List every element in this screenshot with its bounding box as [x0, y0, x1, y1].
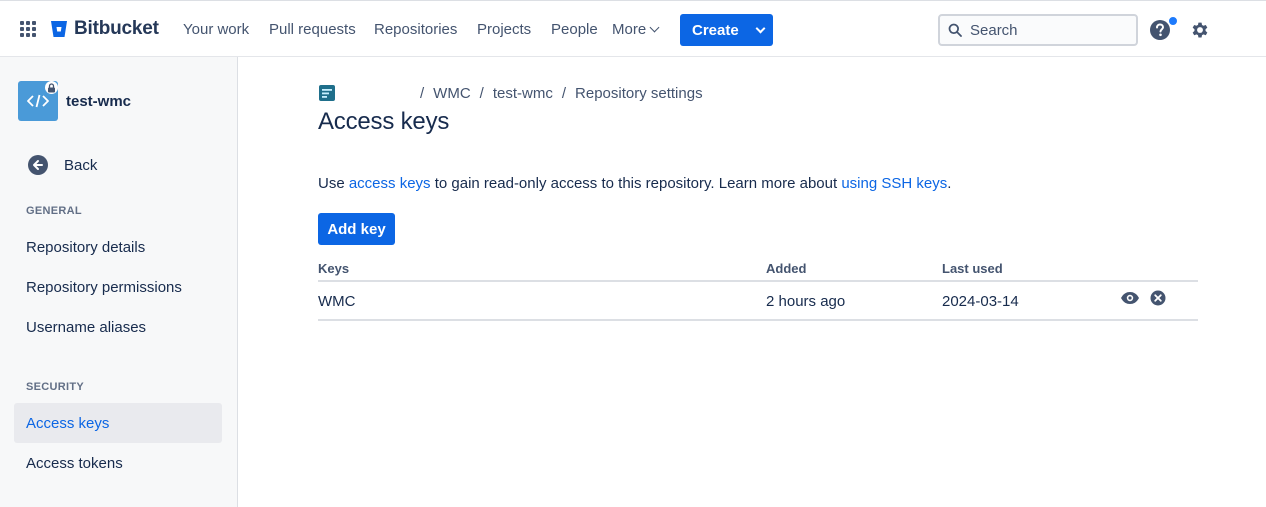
nav-more[interactable]: More: [612, 21, 660, 38]
breadcrumb: / WMC / test-wmc / Repository settings: [318, 84, 703, 102]
key-label: WMC: [318, 293, 356, 310]
sidebar-item-repository-permissions[interactable]: Repository permissions: [14, 267, 222, 307]
key-added: 2 hours ago: [766, 293, 846, 310]
breadcrumb-separator: /: [420, 84, 425, 102]
section-label-security: SECURITY: [26, 381, 85, 393]
nav-more-label: More: [612, 21, 647, 38]
breadcrumb-repository[interactable]: test-wmc: [493, 85, 553, 102]
sidebar-item-username-aliases[interactable]: Username aliases: [14, 307, 222, 347]
breadcrumb-separator: /: [561, 84, 567, 102]
code-icon: [27, 94, 49, 108]
sidebar-item-access-keys[interactable]: Access keys: [14, 403, 222, 443]
sidebar: test-wmc Back GENERAL Repository details…: [0, 57, 238, 507]
table-row-divider: [318, 319, 1198, 321]
bitbucket-logo[interactable]: Bitbucket: [50, 18, 159, 40]
table-header-divider: [318, 280, 1198, 282]
chevron-down-icon: [649, 22, 660, 33]
page-description: Use access keys to gain read-only access…: [318, 175, 951, 192]
description-prefix: Use: [318, 175, 349, 192]
ssh-keys-link[interactable]: using SSH keys: [841, 175, 947, 192]
access-keys-link[interactable]: access keys: [349, 175, 431, 192]
breadcrumb-separator: /: [479, 84, 484, 102]
page-title: Access keys: [318, 108, 450, 135]
bitbucket-icon: [51, 21, 67, 37]
description-suffix: .: [947, 175, 952, 192]
sidebar-item-repository-details[interactable]: Repository details: [14, 227, 222, 267]
back-link[interactable]: Back: [28, 155, 97, 175]
nav-your-work[interactable]: Your work: [183, 21, 249, 38]
description-middle: to gain read-only access to this reposit…: [430, 175, 842, 192]
create-button[interactable]: Create: [680, 14, 773, 46]
nav-pull-requests[interactable]: Pull requests: [269, 21, 356, 38]
search-icon: [948, 23, 962, 37]
repository-name[interactable]: test-wmc: [66, 93, 131, 110]
nav-people[interactable]: People: [551, 21, 598, 38]
nav-repositories[interactable]: Repositories: [374, 21, 457, 38]
search-input[interactable]: [970, 21, 1120, 39]
eye-icon[interactable]: [1120, 290, 1140, 306]
column-header-last-used: Last used: [942, 261, 1003, 276]
lock-icon: [45, 81, 58, 94]
chevron-down-icon: [755, 23, 766, 33]
create-button-label: Create: [692, 21, 739, 39]
column-header-keys: Keys: [318, 261, 350, 276]
section-label-general: GENERAL: [26, 205, 82, 217]
search-box[interactable]: [938, 14, 1138, 46]
column-header-added: Added: [766, 261, 807, 276]
arrow-left-icon: [28, 155, 48, 175]
breadcrumb-repository-settings[interactable]: Repository settings: [575, 85, 703, 102]
brand-name: Bitbucket: [74, 18, 159, 39]
nav-projects[interactable]: Projects: [477, 21, 531, 38]
breadcrumb-workspace[interactable]: WMC: [433, 85, 471, 102]
app-switcher-icon[interactable]: [20, 21, 36, 37]
gear-icon[interactable]: [1189, 19, 1211, 41]
workspace-icon[interactable]: [318, 84, 336, 102]
notification-dot: [1168, 16, 1178, 26]
back-label: Back: [64, 156, 98, 174]
top-navigation: Bitbucket Your work Pull requests Reposi…: [0, 0, 1266, 57]
key-last-used: 2024-03-14: [942, 293, 1019, 310]
delete-icon[interactable]: [1148, 290, 1168, 306]
sidebar-item-access-tokens[interactable]: Access tokens: [14, 443, 222, 483]
add-key-button[interactable]: Add key: [318, 213, 395, 245]
